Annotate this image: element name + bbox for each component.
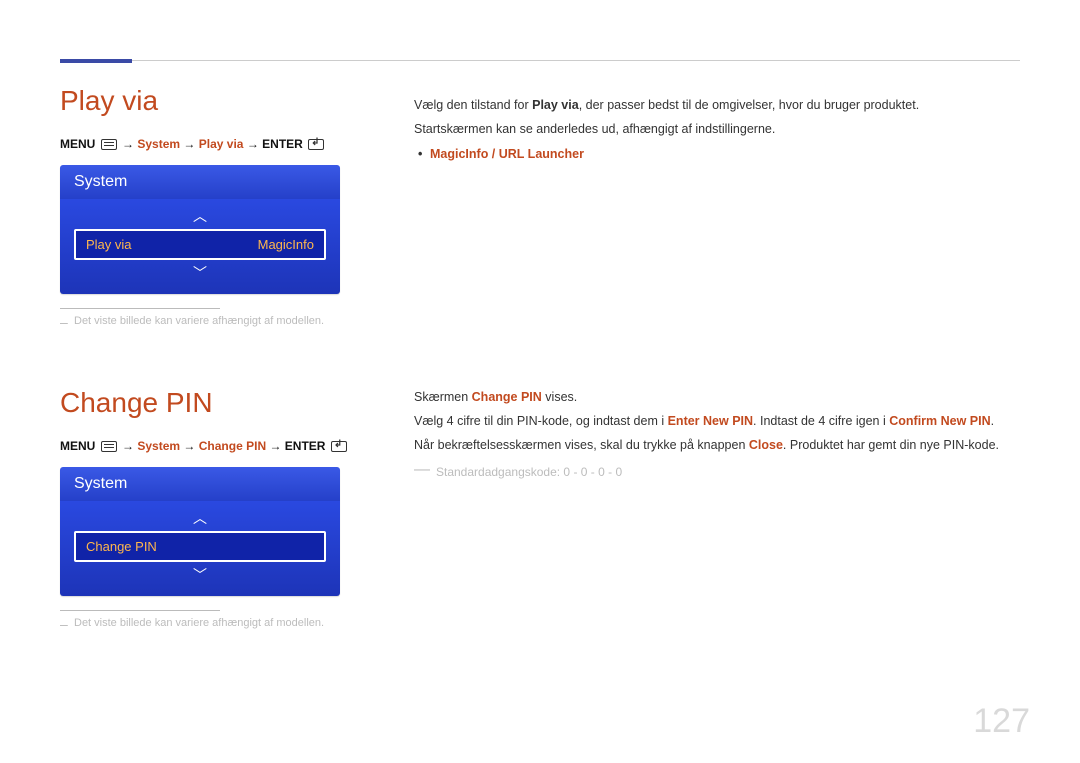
osd-panel-change-pin: System ︿ Change PIN ﹀	[60, 467, 340, 596]
chevron-down-icon[interactable]: ﹀	[74, 266, 326, 280]
osd-header: System	[60, 467, 340, 501]
breadcrumb-change-pin: MENU → System → Change PIN → ENTER	[60, 439, 360, 453]
default-pin-note: Standardadgangskode: 0 - 0 - 0 - 0	[414, 465, 1020, 479]
osd-row-label: Play via	[86, 237, 132, 252]
osd-panel-play-via: System ︿ Play via MagicInfo ﹀	[60, 165, 340, 294]
breadcrumb-system: System	[137, 137, 180, 151]
breadcrumb-play-via: MENU → System → Play via → ENTER	[60, 137, 360, 151]
osd-row-value: MagicInfo	[258, 237, 314, 252]
arrow-icon: →	[183, 137, 195, 151]
breadcrumb-enter-label: ENTER	[262, 137, 303, 151]
section-title-play-via: Play via	[60, 85, 360, 117]
divider	[60, 308, 220, 309]
arrow-icon: →	[183, 439, 195, 453]
image-note: Det viste billede kan variere afhængigt …	[60, 617, 360, 629]
osd-row-play-via[interactable]: Play via MagicInfo	[74, 229, 326, 260]
breadcrumb-change-pin-step: Change PIN	[199, 439, 266, 453]
enter-icon	[331, 441, 347, 452]
arrow-icon: →	[247, 137, 259, 151]
paragraph: Vælg den tilstand for Play via, der pass…	[414, 95, 1020, 115]
menu-icon	[101, 139, 117, 150]
chevron-up-icon[interactable]: ︿	[74, 209, 326, 223]
chevron-down-icon[interactable]: ﹀	[74, 568, 326, 582]
chevron-up-icon[interactable]: ︿	[74, 511, 326, 525]
paragraph: Startskærmen kan se anderledes ud, afhæn…	[414, 119, 1020, 139]
osd-row-label: Change PIN	[86, 539, 157, 554]
enter-icon	[308, 139, 324, 150]
bullet-option: MagicInfo / URL Launcher	[414, 147, 1020, 161]
menu-icon	[101, 441, 117, 452]
breadcrumb-menu-label: MENU	[60, 137, 95, 151]
breadcrumb-enter-label: ENTER	[285, 439, 326, 453]
breadcrumb-menu-label: MENU	[60, 439, 95, 453]
image-note: Det viste billede kan variere afhængigt …	[60, 315, 360, 327]
section-title-change-pin: Change PIN	[60, 387, 360, 419]
divider	[60, 610, 220, 611]
paragraph: Skærmen Change PIN vises.	[414, 387, 1020, 407]
arrow-icon: →	[122, 439, 134, 453]
paragraph: Vælg 4 cifre til din PIN-kode, og indtas…	[414, 411, 1020, 431]
breadcrumb-system: System	[137, 439, 180, 453]
osd-header: System	[60, 165, 340, 199]
arrow-icon: →	[269, 439, 281, 453]
paragraph: Når bekræftelsesskærmen vises, skal du t…	[414, 435, 1020, 455]
page-number: 127	[973, 702, 1030, 741]
arrow-icon: →	[122, 137, 134, 151]
osd-row-change-pin[interactable]: Change PIN	[74, 531, 326, 562]
breadcrumb-play-via-step: Play via	[199, 137, 244, 151]
